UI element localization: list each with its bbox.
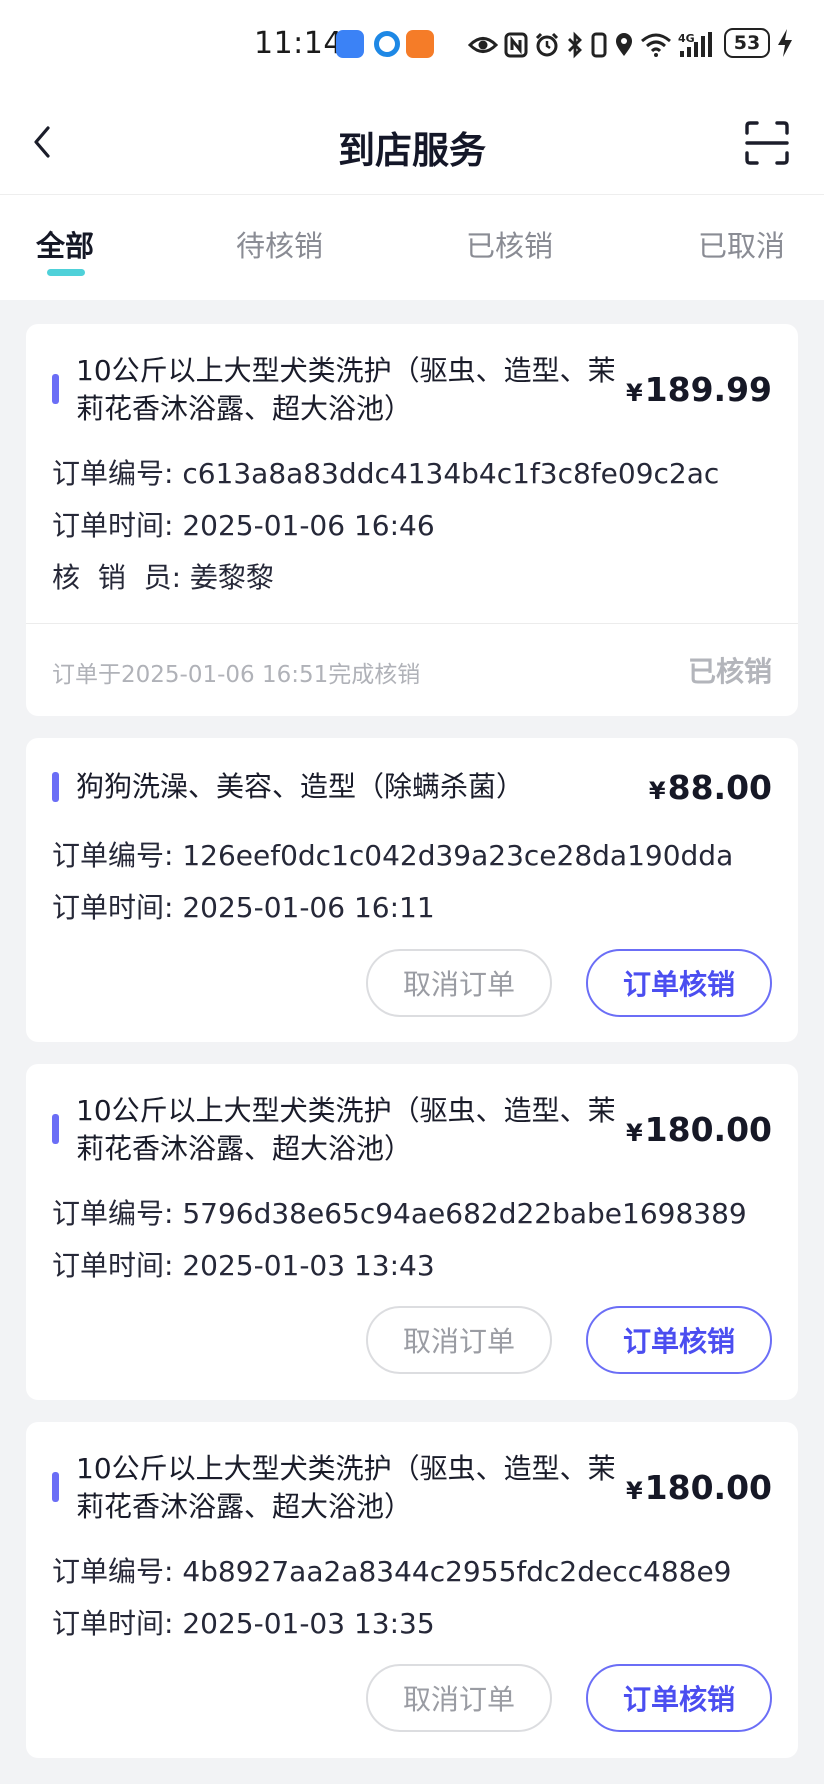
status-time: 11:14 (254, 26, 343, 61)
order-title: 10公斤以上大型犬类洗护（驱虫、造型、茉莉花香沐浴露、超大浴池） (76, 1094, 616, 1165)
battery-icon: 53 (724, 28, 770, 58)
tab-verified[interactable]: 已核销 (466, 223, 553, 265)
price-value: 88.00 (667, 768, 772, 807)
charging-icon (778, 29, 792, 57)
cancel-order-button[interactable]: 取消订单 (366, 949, 552, 1017)
page-title: 到店服务 (338, 129, 486, 172)
order-number: 订单编号: 4b8927aa2a8344c2955fdc2decc488e9 (52, 1555, 732, 1588)
price-symbol: ¥ (625, 1119, 643, 1147)
order-card[interactable]: 10公斤以上大型犬类洗护（驱虫、造型、茉莉花香沐浴露、超大浴池） ¥189.99… (26, 324, 798, 716)
order-price: ¥189.99 (626, 370, 772, 409)
verify-order-button[interactable]: 订单核销 (586, 1306, 772, 1374)
nav-header: 到店服务 (0, 92, 824, 194)
eye-icon (468, 37, 498, 53)
order-number: 订单编号: 126eef0dc1c042d39a23ce28da190dda (52, 839, 734, 872)
scan-icon[interactable] (744, 120, 790, 166)
order-price: ¥180.00 (626, 1110, 772, 1149)
vibrate-icon (591, 32, 607, 58)
price-symbol: ¥ (625, 379, 643, 407)
price-value: 180.00 (644, 1110, 772, 1149)
status-badge: 已核销 (687, 655, 772, 688)
order-card[interactable]: 狗狗洗澡、美容、造型（除螨杀菌） ¥88.00 订单编号: 126eef0dc1… (26, 738, 798, 1042)
tab-cancelled[interactable]: 已取消 (698, 223, 785, 265)
svg-text:4G: 4G (678, 32, 695, 45)
order-card[interactable]: 10公斤以上大型犬类洗护（驱虫、造型、茉莉花香沐浴露、超大浴池） ¥180.00… (26, 1064, 798, 1400)
verify-order-button[interactable]: 订单核销 (586, 949, 772, 1017)
tab-all[interactable]: 全部 (36, 223, 94, 265)
shop-app-icon (406, 30, 434, 58)
order-price: ¥180.00 (626, 1468, 772, 1507)
title-accent-bar (52, 1472, 59, 1502)
tab-pending[interactable]: 待核销 (236, 223, 323, 265)
status-bar: 11:14 4G 53 (0, 0, 824, 92)
wifi-icon (641, 33, 671, 57)
verify-order-button[interactable]: 订单核销 (586, 1664, 772, 1732)
order-card[interactable]: 10公斤以上大型犬类洗护（驱虫、造型、茉莉花香沐浴露、超大浴池） ¥180.00… (26, 1422, 798, 1758)
cancel-order-button[interactable]: 取消订单 (366, 1664, 552, 1732)
order-time: 订单时间: 2025-01-03 13:35 (52, 1607, 435, 1640)
usb-app-icon (336, 30, 364, 58)
signal-4g-icon: 4G (678, 32, 712, 57)
title-accent-bar (52, 772, 59, 802)
title-accent-bar (52, 1114, 59, 1144)
price-value: 180.00 (644, 1468, 772, 1507)
order-verifier: 核 销 员: 姜黎黎 (52, 561, 274, 594)
alarm-icon (535, 32, 559, 57)
order-time: 订单时间: 2025-01-03 13:43 (52, 1249, 435, 1282)
order-title: 10公斤以上大型犬类洗护（驱虫、造型、茉莉花香沐浴露、超大浴池） (76, 1452, 616, 1523)
order-number: 订单编号: c613a8a83ddc4134b4c1f3c8fe09c2ac (52, 457, 720, 490)
nfc-icon (504, 32, 528, 58)
order-price: ¥88.00 (649, 768, 772, 807)
active-tab-indicator (47, 269, 85, 276)
price-symbol: ¥ (648, 777, 666, 805)
status-tabs: 全部 待核销 已核销 已取消 (0, 194, 824, 300)
bluetooth-icon (568, 31, 582, 59)
title-accent-bar (52, 374, 59, 404)
order-title: 10公斤以上大型犬类洗护（驱虫、造型、茉莉花香沐浴露、超大浴池） (76, 354, 616, 425)
completion-note: 订单于2025-01-06 16:51完成核销 (52, 662, 421, 688)
browser-app-icon (374, 31, 400, 57)
price-value: 189.99 (644, 370, 772, 409)
card-divider (26, 623, 798, 624)
location-icon (616, 33, 632, 56)
order-number: 订单编号: 5796d38e65c94ae682d22babe1698389 (52, 1197, 747, 1230)
order-title: 狗狗洗澡、美容、造型（除螨杀菌） (76, 770, 525, 803)
cancel-order-button[interactable]: 取消订单 (366, 1306, 552, 1374)
order-time: 订单时间: 2025-01-06 16:11 (52, 891, 435, 924)
order-time: 订单时间: 2025-01-06 16:46 (52, 509, 435, 542)
price-symbol: ¥ (625, 1477, 643, 1505)
status-icons: 4G (468, 28, 714, 62)
